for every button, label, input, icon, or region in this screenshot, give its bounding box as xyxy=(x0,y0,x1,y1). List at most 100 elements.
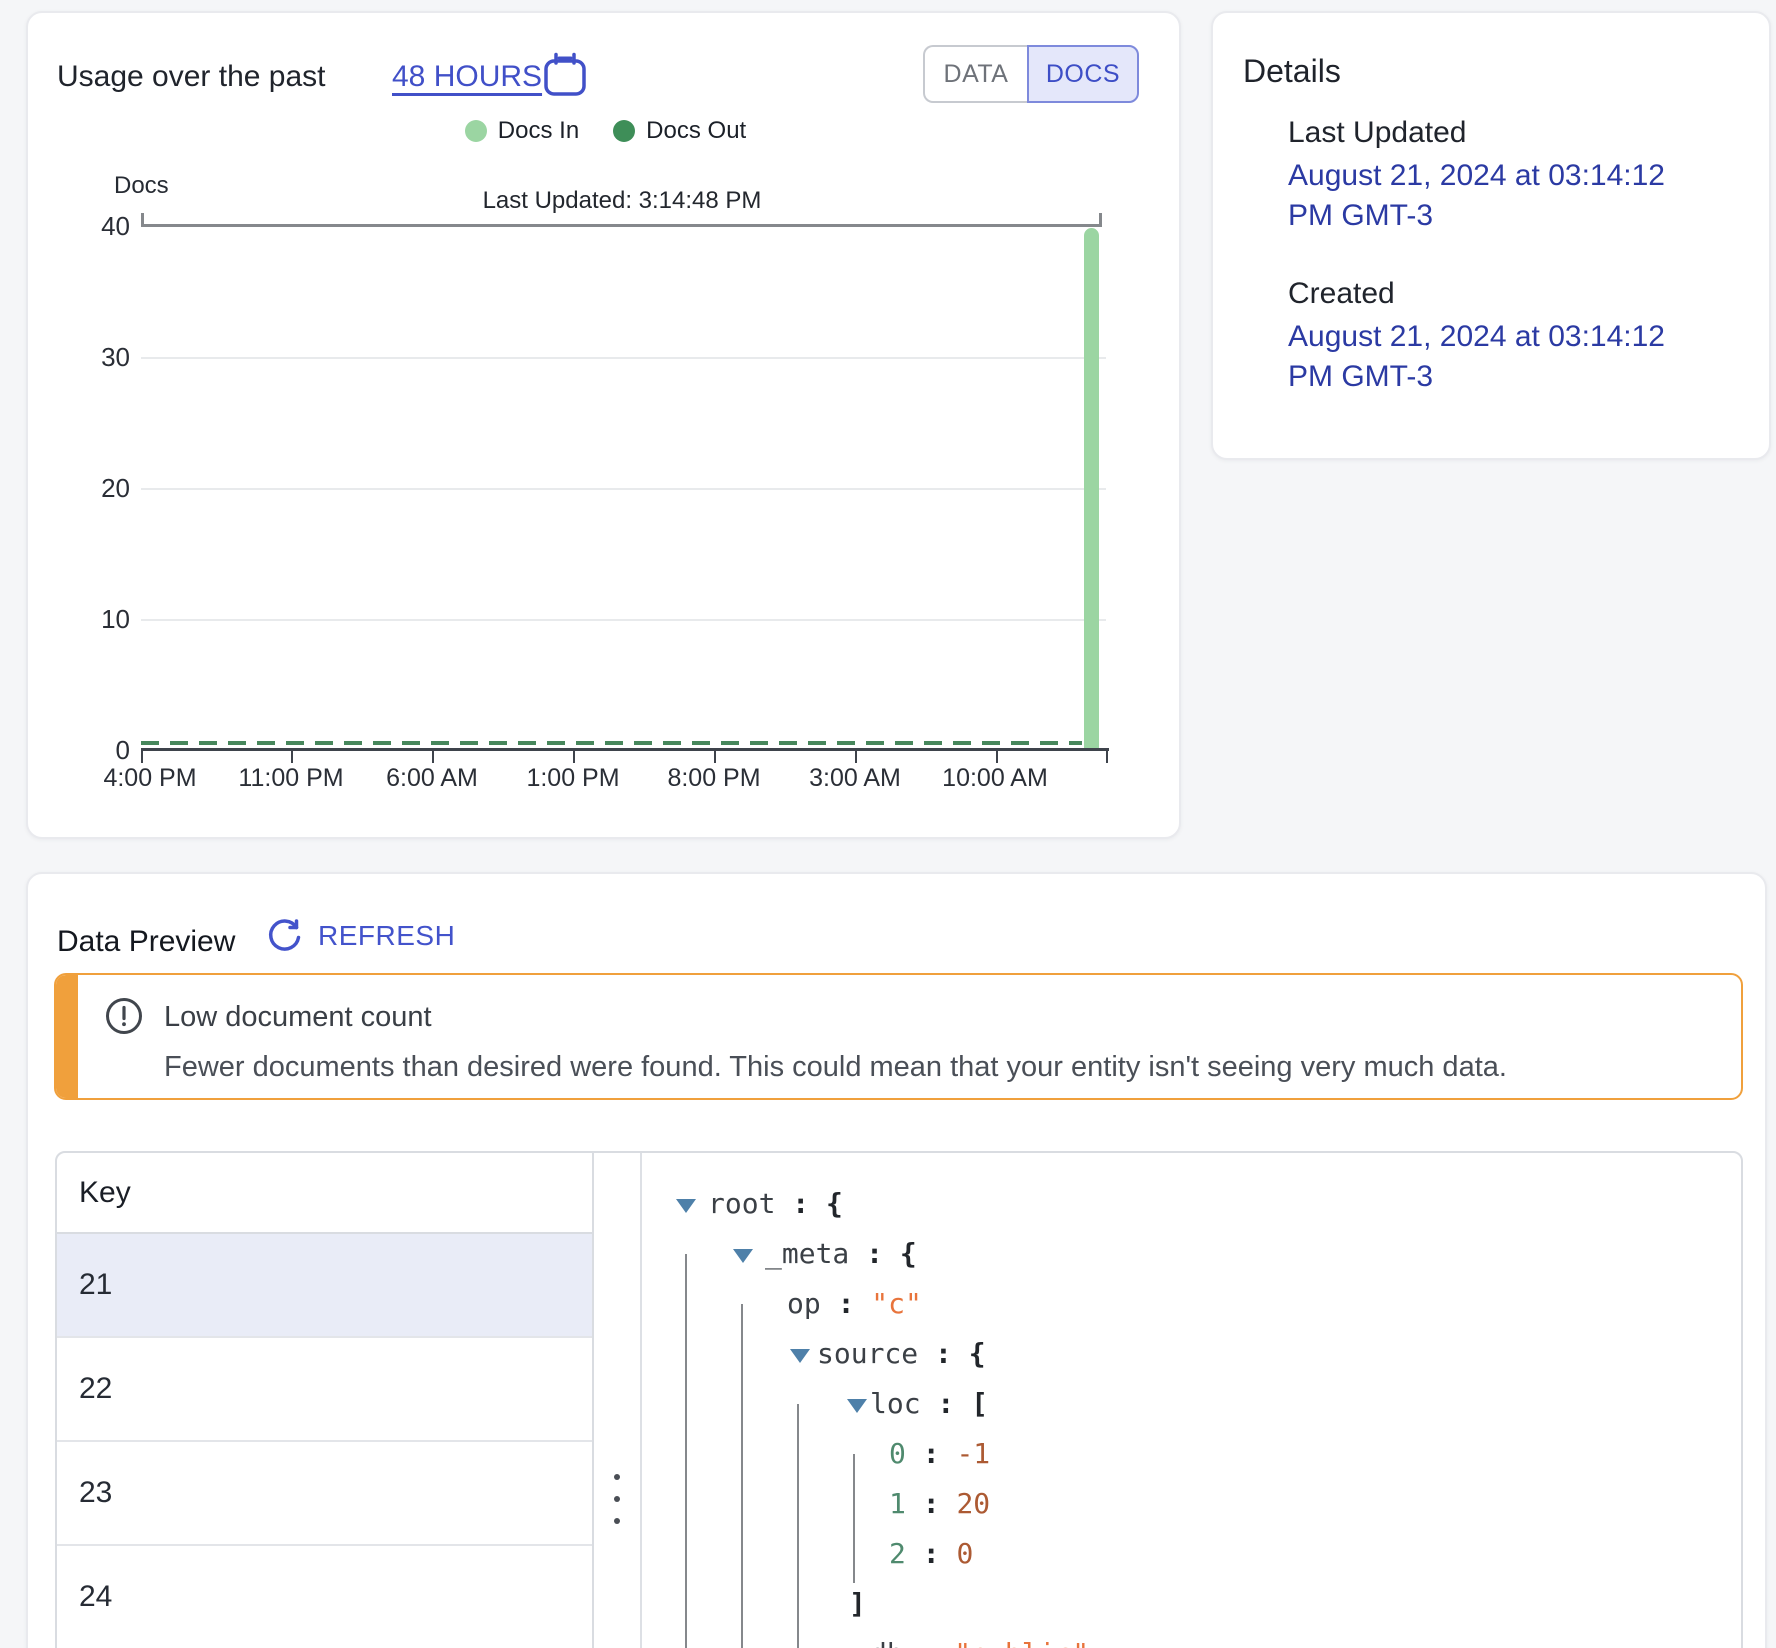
legend-label: Docs In xyxy=(498,117,579,145)
json-string: "public" xyxy=(954,1637,1089,1648)
refresh-label: REFRESH xyxy=(318,920,455,952)
docs-out-zero-line xyxy=(141,741,1082,745)
gridline-10 xyxy=(141,619,1106,621)
warning-title: Low document count xyxy=(164,1001,432,1034)
json-punct: : xyxy=(921,1387,972,1420)
json-tree-line: 2 : 0 xyxy=(889,1529,973,1579)
expand-triangle-icon[interactable] xyxy=(676,1199,696,1213)
json-punct: : xyxy=(821,1287,872,1320)
gridline-20 xyxy=(141,488,1106,490)
x-axis-tick xyxy=(855,751,857,763)
json-punct: : xyxy=(775,1187,826,1220)
json-index: 0 xyxy=(889,1437,906,1470)
chart-title: Last Updated: 3:14:48 PM xyxy=(322,187,922,215)
chart-top-axis-right-tick xyxy=(1099,213,1102,226)
x-axis-tick xyxy=(141,751,143,763)
json-punct: : xyxy=(849,1237,900,1270)
tree-indent-guide xyxy=(685,1254,687,1648)
preview-pane: Key 21222324 root : {_meta : {op : "c"so… xyxy=(55,1151,1743,1648)
json-tree-line: root : { xyxy=(708,1179,843,1229)
expand-triangle-icon[interactable] xyxy=(733,1249,753,1263)
json-brace: ] xyxy=(849,1587,866,1620)
x-axis-tick xyxy=(1106,751,1108,763)
data-preview-title: Data Preview xyxy=(57,925,235,959)
json-string: "c" xyxy=(871,1287,922,1320)
data-preview-card: Data Preview REFRESH Low document count xyxy=(26,872,1767,1648)
json-punct: : xyxy=(918,1337,969,1370)
json-tree-line: db : "public" xyxy=(870,1629,1089,1648)
json-tree-line: loc : [ xyxy=(870,1379,988,1429)
x-axis-tick xyxy=(432,751,434,763)
json-tree-line: 0 : -1 xyxy=(889,1429,990,1479)
x-axis-tick xyxy=(714,751,716,763)
key-table: Key 21222324 xyxy=(57,1153,594,1648)
chart-top-axis-left-tick xyxy=(141,213,144,226)
y-axis-title: Docs xyxy=(114,172,169,200)
json-tree-panel: root : {_meta : {op : "c"source : {loc :… xyxy=(642,1153,1741,1648)
key-table-header: Key xyxy=(57,1153,592,1234)
x-axis-tick xyxy=(291,751,293,763)
json-tree-line: _meta : { xyxy=(765,1229,917,1279)
json-tree-line: ] xyxy=(849,1579,866,1629)
table-row[interactable]: 23 xyxy=(57,1442,592,1546)
calendar-icon[interactable] xyxy=(542,51,588,104)
refresh-button[interactable]: REFRESH xyxy=(266,918,455,954)
json-key: root xyxy=(708,1187,775,1220)
time-range-link[interactable]: 48 HOURS xyxy=(392,59,542,95)
warning-icon xyxy=(104,996,144,1041)
x-axis-tick xyxy=(996,751,998,763)
json-brace: { xyxy=(969,1337,986,1370)
tree-indent-guide xyxy=(797,1404,799,1648)
created-label: Created xyxy=(1288,275,1395,313)
refresh-icon xyxy=(266,918,302,954)
json-index: 2 xyxy=(889,1537,906,1570)
tree-indent-guide xyxy=(741,1304,743,1648)
json-brace: [ xyxy=(971,1387,988,1420)
drag-handle[interactable] xyxy=(610,1470,624,1528)
json-key: _meta xyxy=(765,1237,849,1270)
created-value: August 21, 2024 at 03:14:12 PM GMT-3 xyxy=(1288,317,1718,397)
json-tree-line: source : { xyxy=(817,1329,986,1379)
table-row[interactable]: 24 xyxy=(57,1546,592,1648)
json-key: loc xyxy=(870,1387,921,1420)
json-key: db xyxy=(870,1637,904,1648)
json-tree-line: 1 : 20 xyxy=(889,1479,990,1529)
chart-top-axis-line xyxy=(141,224,1102,227)
y-tick-label: 0 xyxy=(58,736,130,764)
low-document-count-warning: Low document count Fewer documents than … xyxy=(54,973,1743,1100)
json-brace: { xyxy=(826,1187,843,1220)
y-tick-label: 20 xyxy=(58,474,130,502)
last-updated-value: August 21, 2024 at 03:14:12 PM GMT-3 xyxy=(1288,156,1718,236)
json-key: source xyxy=(817,1337,918,1370)
toggle-data-button[interactable]: DATA xyxy=(923,45,1027,103)
legend-label: Docs Out xyxy=(646,117,746,145)
pane-divider xyxy=(594,1153,642,1648)
tree-indent-guide xyxy=(853,1454,855,1583)
json-punct: : xyxy=(906,1537,957,1570)
json-brace: { xyxy=(900,1237,917,1270)
y-tick-label: 30 xyxy=(58,343,130,371)
json-number: -1 xyxy=(956,1437,990,1470)
page: Usage over the past 48 HOURS DATA DOCS D… xyxy=(0,0,1776,1648)
legend-item: Docs In xyxy=(465,117,579,145)
legend-item: Docs Out xyxy=(613,117,746,145)
table-row[interactable]: 22 xyxy=(57,1338,592,1442)
legend-dot-icon xyxy=(465,120,487,142)
usage-card-title: Usage over the past xyxy=(57,59,326,95)
toggle-docs-button[interactable]: DOCS xyxy=(1027,45,1139,103)
json-number: 0 xyxy=(956,1537,973,1570)
warning-accent-bar xyxy=(56,975,78,1098)
json-punct: : xyxy=(906,1437,957,1470)
table-row[interactable]: 21 xyxy=(57,1234,592,1338)
x-axis-tick xyxy=(573,751,575,763)
docs-in-bar[interactable] xyxy=(1084,228,1099,748)
usage-card: Usage over the past 48 HOURS DATA DOCS D… xyxy=(26,11,1181,839)
details-card: Details Last Updated August 21, 2024 at … xyxy=(1211,11,1771,460)
expand-triangle-icon[interactable] xyxy=(790,1349,810,1363)
gridline-30 xyxy=(141,357,1106,359)
expand-triangle-icon[interactable] xyxy=(847,1399,867,1413)
y-tick-label: 40 xyxy=(58,212,130,240)
warning-body: Fewer documents than desired were found.… xyxy=(164,1051,1507,1084)
legend-dot-icon xyxy=(613,120,635,142)
y-tick-label: 10 xyxy=(58,605,130,633)
